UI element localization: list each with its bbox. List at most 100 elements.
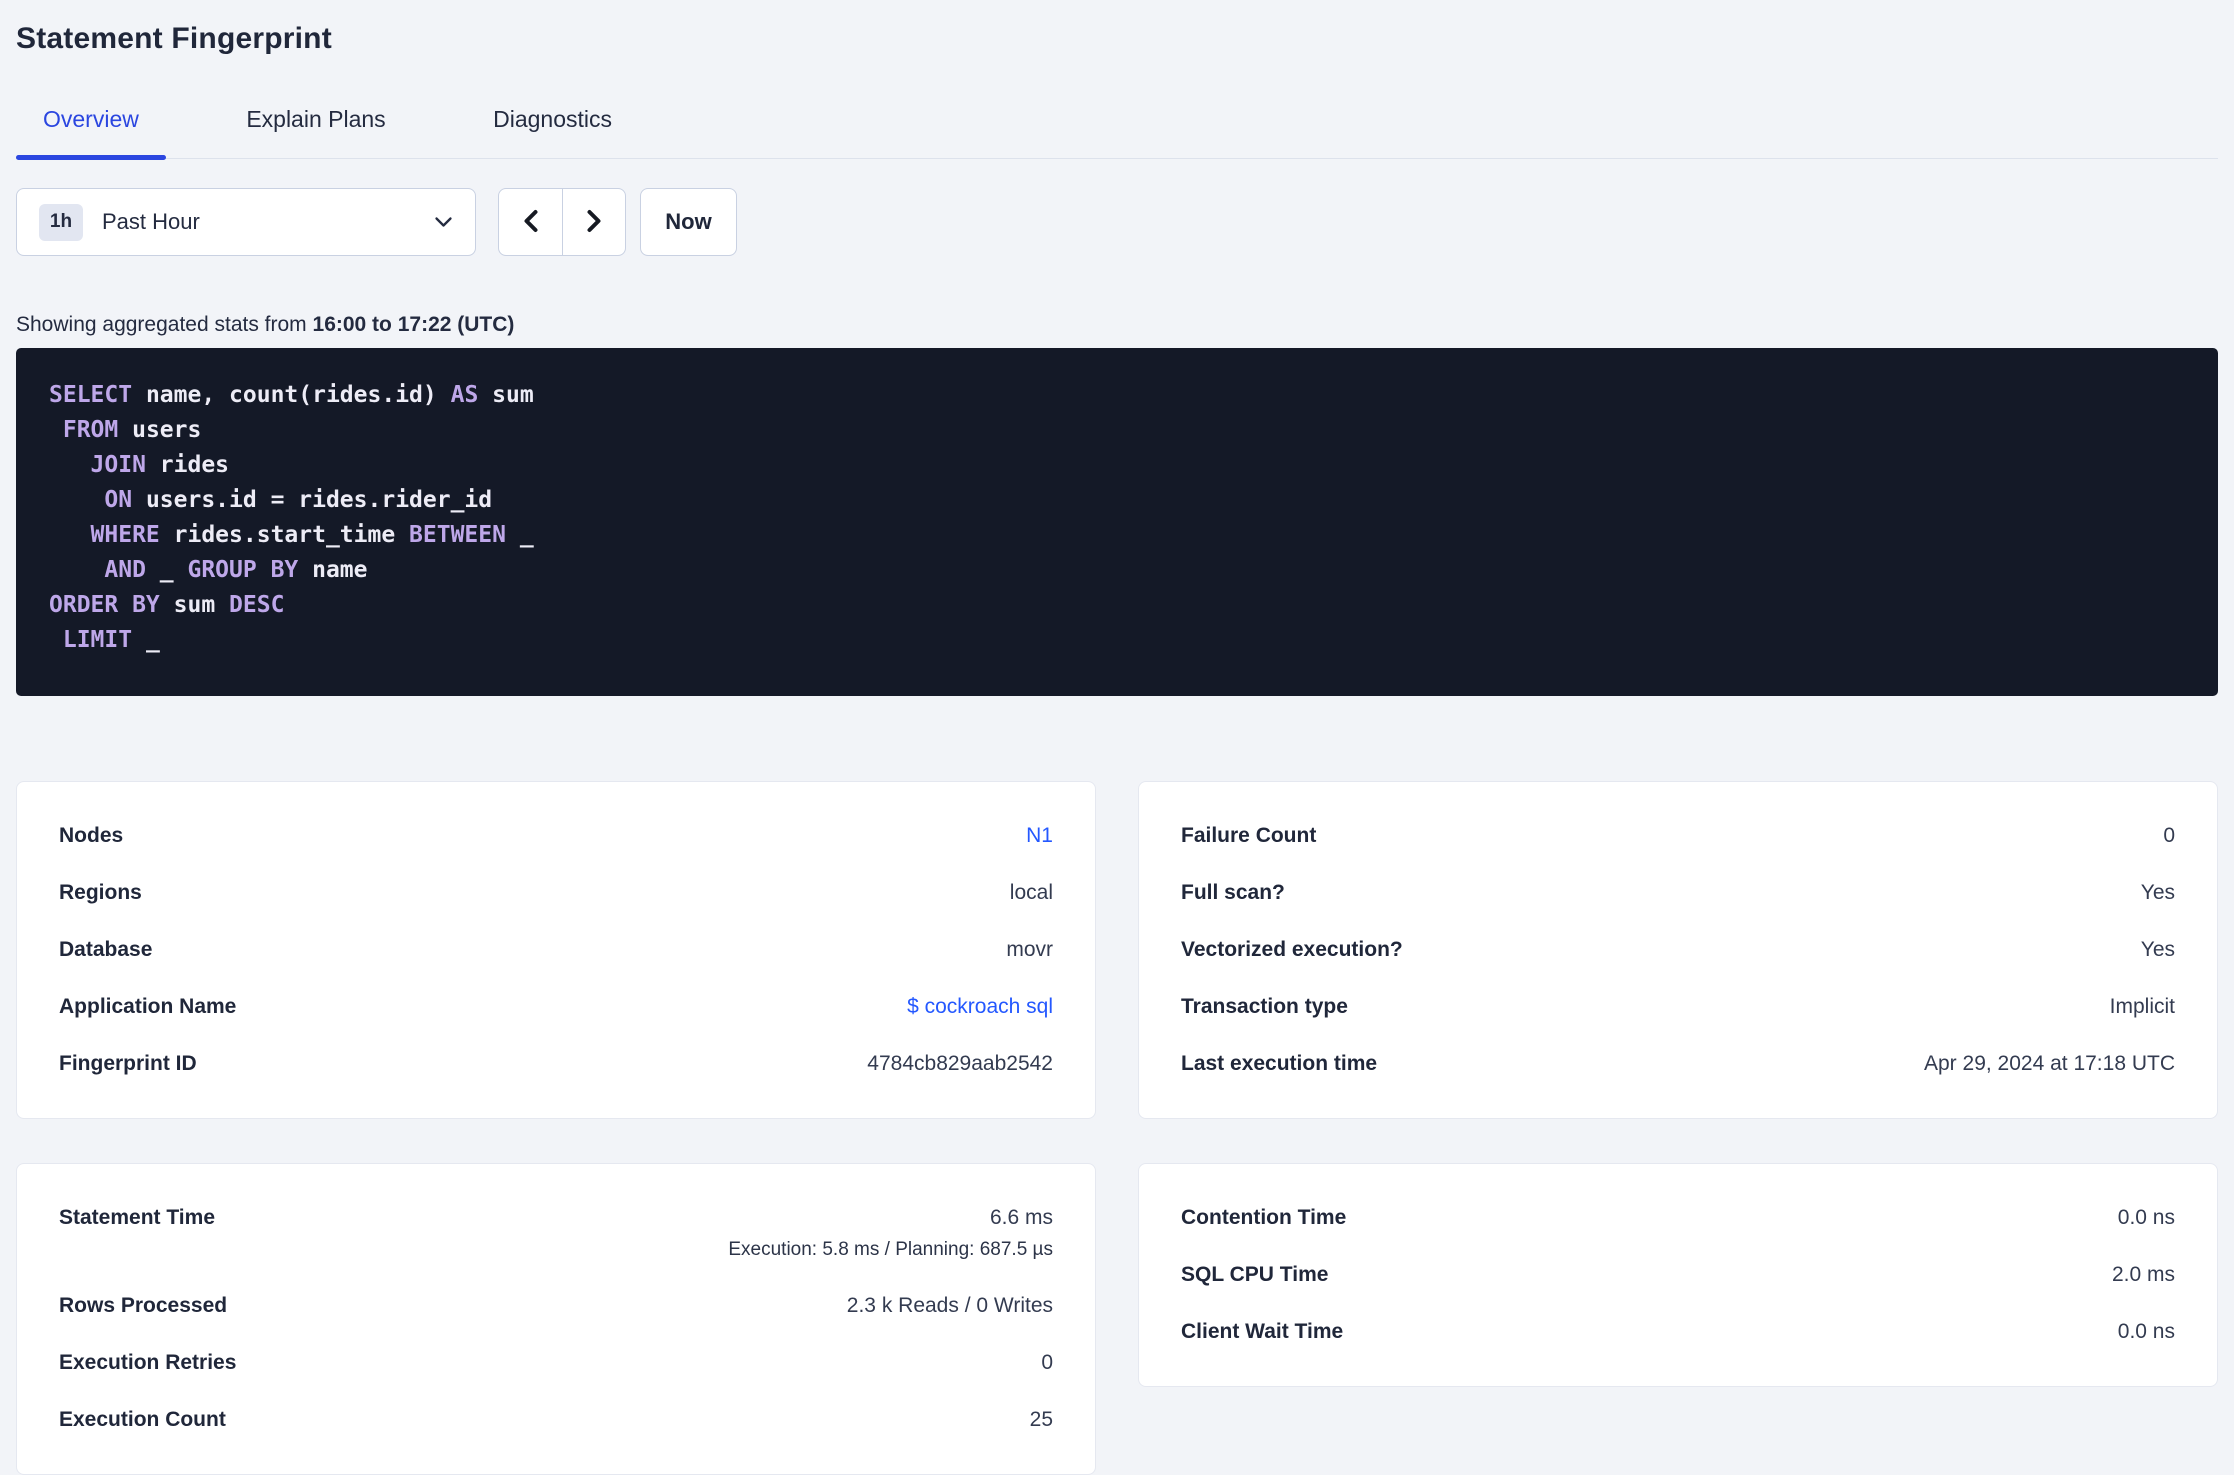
sql-statement-box: SELECT name, count(rides.id) AS sum FROM… (16, 348, 2218, 696)
info-row: Fingerprint ID 4784cb829aab2542 (59, 1052, 1053, 1076)
row-value-block: 0 (2163, 824, 2175, 848)
sql-text: _ (505, 522, 534, 548)
tab-bar: Overview Explain Plans Diagnostics (16, 106, 2218, 160)
row-value: Yes (2140, 881, 2175, 904)
row-value-block: local (1010, 881, 1053, 905)
row-value: 2.3 k Reads / 0 Writes (846, 1294, 1053, 1317)
sql-keyword: ON (104, 487, 133, 513)
sql-keyword: AS (450, 382, 479, 408)
wait-time-card: Contention Time 0.0 ns SQL CPU Time 2.0 ms C… (1138, 1163, 2218, 1387)
chevron-left-icon (520, 207, 542, 238)
row-label: Regions (59, 881, 142, 904)
info-row: Nodes N1 (59, 824, 1053, 848)
row-value: local (1009, 881, 1053, 904)
chevron-down-icon (434, 216, 453, 228)
row-value-block: 0 (1041, 1351, 1053, 1375)
row-label: Application Name (59, 995, 237, 1018)
row-value-block: 2.0 ms (2112, 1263, 2175, 1287)
row-label: Failure Count (1181, 824, 1317, 847)
row-value: 0.0 ns (2117, 1320, 2175, 1343)
row-label: Full scan? (1181, 881, 1285, 904)
sql-keyword: ORDER BY (49, 592, 160, 618)
info-row: Regions local (59, 881, 1053, 905)
row-value-block: 6.6 ms Execution: 5.8 ms / Planning: 687.… (728, 1206, 1053, 1261)
sql-keyword: AND (104, 557, 146, 583)
sql-text: rides.start_time (159, 522, 410, 548)
execution-details-card: Failure Count 0 Full scan? Yes Vectorized ex… (1138, 781, 2218, 1119)
sql-keyword: BETWEEN (409, 522, 506, 548)
aggregated-stats-range: 16:00 to 17:22 (UTC) (312, 313, 515, 336)
tab-explain-plans[interactable]: Explain Plans (219, 106, 412, 158)
row-value-block: 4784cb829aab2542 (867, 1052, 1053, 1076)
interval-label: Past Hour (102, 209, 200, 234)
row-label: Execution Count (59, 1408, 226, 1431)
sql-keyword: JOIN (90, 452, 146, 478)
row-value: Implicit (2109, 995, 2175, 1018)
row-label: Rows Processed (59, 1294, 228, 1317)
row-value: 0 (2163, 824, 2175, 847)
info-row: Failure Count 0 (1181, 824, 2175, 848)
nodes-link[interactable]: N1 (1026, 824, 1053, 847)
sql-keyword: FROM (62, 417, 119, 443)
sql-text: users (118, 417, 202, 443)
aggregated-stats-prefix: Showing aggregated stats from (16, 313, 313, 336)
row-value-block: Yes (2141, 938, 2175, 962)
row-value-block: 0.0 ns (2118, 1206, 2175, 1230)
tab-overview[interactable]: Overview (16, 106, 166, 160)
interval-badge: 1h (39, 203, 83, 241)
row-label: Client Wait Time (1181, 1320, 1344, 1343)
info-row: SQL CPU Time 2.0 ms (1181, 1263, 2175, 1287)
info-row: Client Wait Time 0.0 ns (1181, 1320, 2175, 1344)
row-value-block: 0.0 ns (2118, 1320, 2175, 1344)
row-value: Yes (2140, 938, 2175, 961)
row-value: Apr 29, 2024 at 17:18 UTC (1924, 1052, 2175, 1075)
sql-keyword: GROUP BY (187, 557, 299, 583)
row-value-block: N1 (1026, 824, 1053, 848)
row-value: 6.6 ms (989, 1206, 1053, 1229)
aggregated-stats-line: Showing aggregated stats from 16:00 to 1… (16, 313, 2218, 337)
info-row: Database movr (59, 938, 1053, 962)
chevron-right-icon (583, 207, 605, 238)
row-value: 4784cb829aab2542 (867, 1052, 1053, 1075)
sql-text: rides (145, 452, 230, 478)
sql-text: name, count(rides.id) (132, 382, 451, 408)
row-subvalue: Execution: 5.8 ms / Planning: 687.5 µs (728, 1239, 1053, 1260)
statement-fingerprint-page: Statement Fingerprint Overview Explain P… (0, 0, 2234, 1475)
now-button[interactable]: Now (640, 188, 737, 256)
row-value: 25 (1029, 1408, 1053, 1431)
info-row: Statement Time 6.6 ms Execution: 5.8 ms / … (59, 1206, 1053, 1261)
sql-keyword: SELECT (49, 382, 133, 408)
prev-interval-button[interactable] (499, 189, 562, 255)
statement-details-card: Nodes N1 Regions local Database movr Applicati… (16, 781, 1096, 1119)
row-label: Vectorized execution? (1181, 938, 1403, 961)
info-row: Vectorized execution? Yes (1181, 938, 2175, 962)
row-label: Contention Time (1181, 1206, 1347, 1229)
tab-diagnostics[interactable]: Diagnostics (466, 106, 639, 158)
interval-arrows (498, 188, 626, 256)
statement-time-card: Statement Time 6.6 ms Execution: 5.8 ms / … (16, 1163, 1096, 1475)
application-name-link[interactable]: $ cockroach sql (907, 995, 1053, 1018)
sql-keyword: DESC (229, 592, 285, 618)
info-row: Execution Retries 0 (59, 1351, 1053, 1375)
time-interval-picker[interactable]: 1h Past Hour (16, 188, 476, 256)
stats-cards-row: Statement Time 6.6 ms Execution: 5.8 ms / … (16, 1163, 2218, 1475)
row-label: Nodes (59, 824, 124, 847)
row-value: 0.0 ns (2117, 1206, 2175, 1229)
time-toolbar: 1h Past Hour Now (16, 188, 2218, 256)
row-value: movr (1006, 938, 1053, 961)
next-interval-button[interactable] (562, 189, 625, 255)
row-value-block: Implicit (2110, 995, 2175, 1019)
info-row: Application Name $ cockroach sql (59, 995, 1053, 1019)
row-label: Execution Retries (59, 1351, 237, 1374)
row-value-block: movr (1006, 938, 1053, 962)
sql-keyword: WHERE (90, 522, 160, 548)
sql-text: sum (478, 382, 534, 408)
row-value-block: 2.3 k Reads / 0 Writes (847, 1294, 1053, 1318)
row-value-block: $ cockroach sql (907, 995, 1053, 1019)
